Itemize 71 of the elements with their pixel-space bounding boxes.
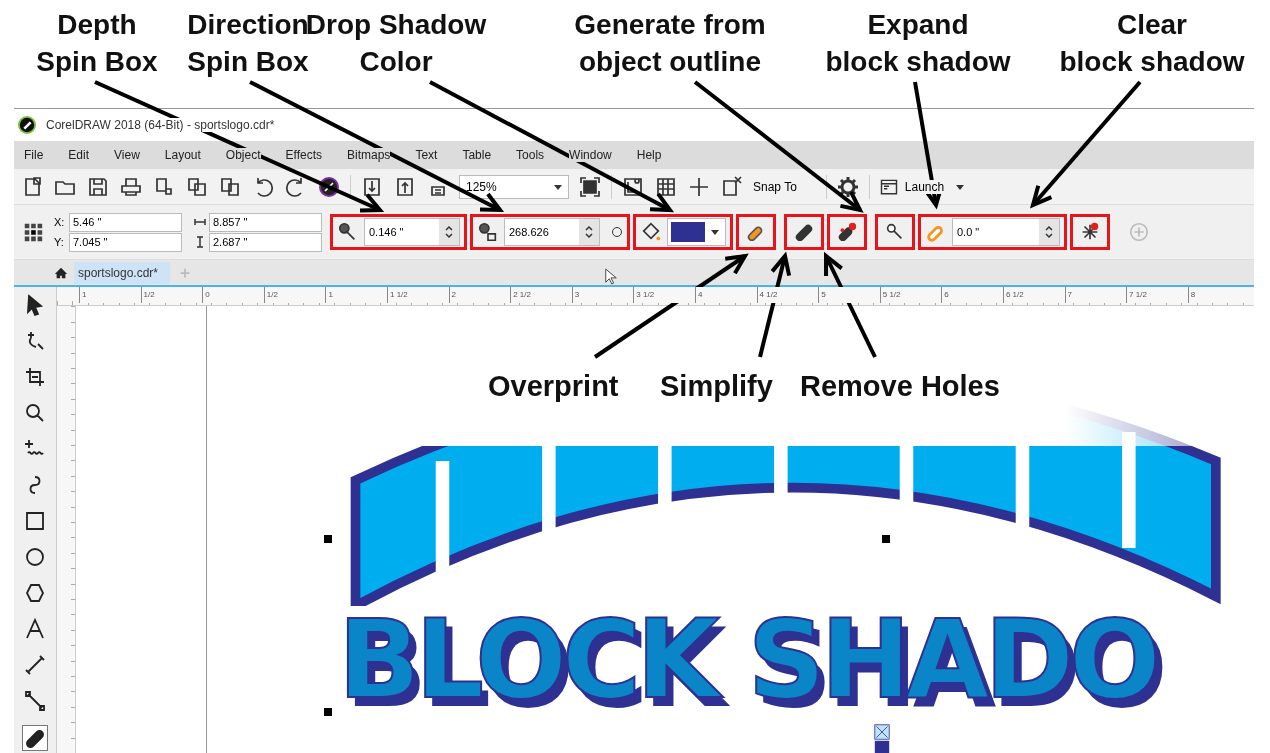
text-tool-icon[interactable] [23, 617, 47, 641]
callout-label: Generate from object outline [574, 8, 766, 79]
expand-spin-box[interactable]: 0.0 " [952, 218, 1060, 246]
capsule-minus-icon [836, 221, 858, 243]
height-field[interactable]: 2.687 " [209, 232, 322, 252]
overprint-button[interactable] [736, 214, 776, 250]
polygon-tool-icon[interactable] [23, 581, 47, 605]
callout-label: Clear block shadow [1059, 8, 1245, 79]
direction-spin-box[interactable]: 268.626 [504, 218, 600, 246]
spin-arrows-icon [584, 224, 594, 240]
menu-item[interactable]: Effects [285, 148, 322, 162]
crop-tool-icon[interactable] [23, 365, 47, 389]
snap-off-icon[interactable] [720, 174, 744, 199]
app-logo-icon [18, 116, 36, 134]
y-label: Y: [54, 236, 65, 248]
menu-item[interactable]: Help [636, 148, 662, 162]
menu-item[interactable]: Tools [516, 148, 545, 162]
caret-icon [710, 227, 720, 237]
fill-bucket-icon [640, 221, 662, 243]
zoom-level-combo[interactable]: 125% [459, 174, 569, 199]
selection-handle[interactable] [324, 535, 332, 543]
snap-to-dropdown[interactable]: Snap To [753, 179, 797, 194]
height-icon [194, 236, 206, 248]
selection-handle[interactable] [324, 708, 332, 716]
spin-arrows-icon [444, 224, 454, 240]
width-icon [194, 216, 206, 228]
document-tab[interactable]: sportslogo.cdr* [74, 261, 171, 284]
callout-label: Remove Holes [800, 369, 1000, 404]
dimension-tool-icon[interactable] [23, 653, 47, 677]
shadow-color-picker[interactable] [667, 218, 726, 246]
ruler-label: 3 1/2 [633, 287, 695, 303]
callout-label: Simplify [660, 369, 773, 404]
width-field[interactable]: 8.857 " [209, 212, 322, 232]
home-icon[interactable] [54, 265, 68, 280]
ellipse-tool-icon[interactable] [23, 545, 47, 569]
generate-from-outline-button[interactable] [875, 214, 915, 250]
selection-handle[interactable] [882, 535, 890, 543]
full-screen-icon[interactable] [578, 174, 602, 199]
color-swatch [671, 222, 705, 242]
simplify-button[interactable] [784, 214, 824, 250]
x-position-field[interactable]: 5.46 " [69, 212, 182, 232]
menu-item[interactable]: Text [415, 148, 438, 162]
menu-item[interactable]: Window [569, 148, 612, 162]
launch-label: Launch [904, 179, 945, 194]
menu-item[interactable]: Layout [164, 148, 201, 162]
remove-holes-button[interactable] [827, 214, 867, 250]
circle-icon [611, 226, 623, 238]
mouse-cursor-icon [604, 268, 618, 286]
launch-button[interactable]: Launch [878, 176, 971, 197]
shadow-tool-icon[interactable] [22, 725, 48, 751]
rectangle-tool-icon[interactable] [23, 509, 47, 533]
menu-item[interactable]: File [24, 148, 44, 162]
shadow-handle-icon[interactable] [874, 724, 890, 753]
callout-label: Depth Spin Box [36, 8, 158, 79]
menu-item[interactable]: Edit [68, 148, 90, 162]
window-title: CorelDRAW 2018 (64-Bit) - sportslogo.cdr* [44, 118, 277, 132]
menu-item[interactable]: Table [462, 148, 492, 162]
connector-tool-icon[interactable] [23, 689, 47, 713]
settings-icon[interactable] [835, 174, 860, 199]
callout-label: Overprint [488, 369, 619, 404]
spin-arrows-icon [1044, 224, 1054, 240]
x-label: X: [54, 216, 66, 228]
menu-item[interactable]: View [114, 148, 140, 162]
direction-icon [477, 221, 499, 243]
clear-block-shadow-button[interactable] [1070, 214, 1110, 250]
menu-item[interactable]: Object [225, 148, 261, 162]
callout-label: Expand block shadow [825, 8, 1011, 79]
menu-item[interactable]: Bitmaps [347, 148, 391, 162]
node-grid-icon[interactable] [22, 221, 44, 243]
y-position-field[interactable]: 7.045 " [69, 232, 182, 252]
depth-spin-box[interactable]: 0.146 " [364, 218, 460, 246]
